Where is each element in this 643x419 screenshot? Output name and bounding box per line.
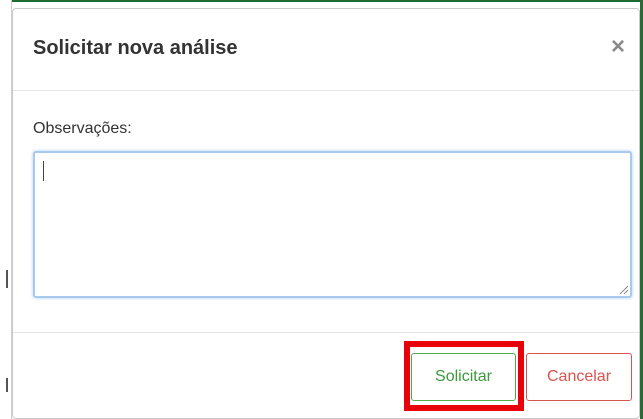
- highlight-annotation: [404, 341, 524, 411]
- observacoes-textarea[interactable]: [33, 151, 632, 298]
- background-mark: [6, 378, 8, 392]
- background-mark: [6, 270, 8, 288]
- modal-title: Solicitar nova análise: [33, 37, 238, 59]
- modal-footer: Solicitar Cancelar: [13, 333, 639, 418]
- cancelar-button[interactable]: Cancelar: [526, 353, 632, 401]
- background-left-edge: [0, 0, 12, 419]
- text-caret: [43, 161, 44, 181]
- resize-grip-icon[interactable]: [618, 284, 628, 294]
- close-button[interactable]: ×: [611, 35, 625, 59]
- observacoes-label: Observações:: [33, 120, 132, 137]
- request-analysis-modal: Solicitar nova análise × Observações: So…: [12, 8, 640, 419]
- modal-body: Observações:: [13, 91, 639, 333]
- modal-header: Solicitar nova análise ×: [13, 9, 639, 91]
- background-green-bar: [12, 0, 643, 2]
